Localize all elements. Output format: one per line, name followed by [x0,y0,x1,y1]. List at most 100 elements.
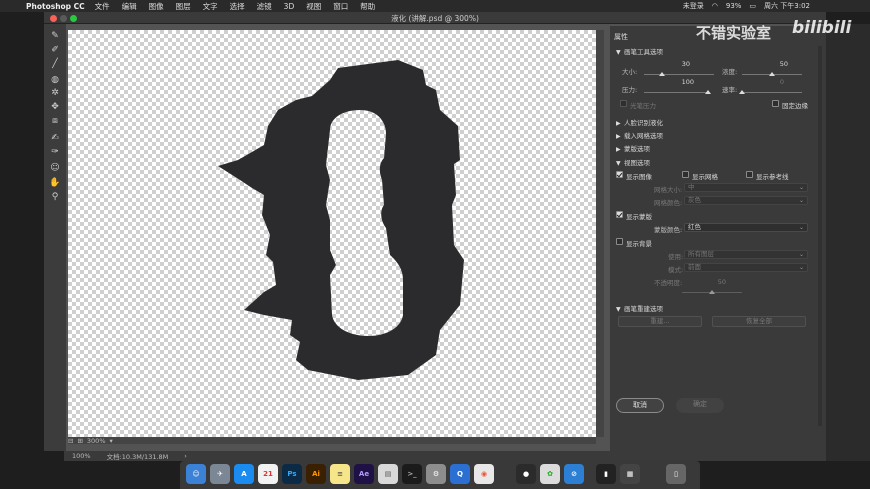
menu-type[interactable]: 文字 [203,1,218,12]
login-status[interactable]: 未登录 [683,1,704,11]
menu-view[interactable]: 视图 [306,1,321,12]
mac-dock: ☺ ✈ A 21 Ps Ai ≡ Ae ▤ >_ ⚙ Q ◉ ● ✿ ⊘ ▮ ▦… [180,461,700,489]
calendar-icon[interactable]: 21 [258,464,278,484]
appstore-icon[interactable]: A [234,464,254,484]
app-name-menu[interactable]: Photoshop CC [26,2,85,11]
pressure-label: 压力: [622,86,638,94]
finder-icon[interactable]: ☺ [186,464,206,484]
quicktime-icon[interactable]: Q [450,464,470,484]
menu-3d[interactable]: 3D [284,2,295,11]
show-mask-checkbox[interactable] [616,211,623,218]
wechat-icon[interactable]: ✿ [540,464,560,484]
load-mesh-section[interactable]: ▶ 载入网格选项 [616,130,663,140]
restore-all-button[interactable]: 恢复全部 [712,316,806,327]
system-prefs-icon[interactable]: ⚙ [426,464,446,484]
launchpad-icon[interactable]: ✈ [210,464,230,484]
menu-window[interactable]: 窗口 [333,1,348,12]
density-slider[interactable] [742,72,802,76]
size-slider-knob[interactable] [658,72,665,76]
zoom-out-icon[interactable]: ⊟ [68,437,73,445]
cancel-button[interactable]: 取消 [616,398,664,413]
pressure-slider-knob[interactable] [705,90,711,94]
opacity-slider-knob[interactable] [709,290,715,294]
opacity-slider[interactable] [682,290,742,294]
document-zoom[interactable]: 100% [72,452,91,460]
mesh-size-label: 网格大小: [654,186,683,194]
density-value[interactable]: 50 [758,60,788,68]
screenshot-icon[interactable]: ▮ [596,464,616,484]
density-slider-knob[interactable] [769,72,775,76]
brush-tool-options-section[interactable]: ▼ 画笔工具选项 [616,46,663,56]
canvas-vertical-scrollbar[interactable] [596,30,604,437]
face-tool-icon[interactable]: ☺ [48,162,62,174]
pin-edges-checkbox[interactable] [772,100,779,107]
opacity-value[interactable]: 50 [696,278,726,286]
menu-edit[interactable]: 编辑 [122,1,137,12]
ok-button[interactable]: 确定 [676,398,724,413]
menu-layer[interactable]: 图层 [176,1,191,12]
chevron-down-icon[interactable]: ▾ [110,437,113,445]
aftereffects-icon[interactable]: Ae [354,464,374,484]
terminal-icon[interactable]: >_ [402,464,422,484]
brush-reconstruct-section[interactable]: ▼ 画笔重建选项 [616,303,663,313]
stylus-pressure-checkbox[interactable] [620,100,627,107]
clock[interactable]: 周六 下午3:02 [764,1,810,11]
wifi-icon[interactable]: ◠ [712,2,718,10]
show-mesh-checkbox[interactable] [682,171,689,178]
trash-icon[interactable]: ▯ [666,464,686,484]
show-guides-checkbox[interactable] [746,171,753,178]
photoshop-icon[interactable]: Ps [282,464,302,484]
smooth-icon[interactable]: ╱ [48,58,62,70]
pressure-slider[interactable] [644,90,711,94]
show-image-checkbox[interactable] [616,171,623,178]
illustrator-icon[interactable]: Ai [306,464,326,484]
zoom-icon[interactable]: ⚲ [48,191,62,203]
document-info: 文档:10.3M/131.8M [106,453,169,461]
face-aware-section[interactable]: ▶ 人脸识别液化 [616,117,663,127]
menu-help[interactable]: 帮助 [360,1,375,12]
canvas-zoom-value[interactable]: 300% [87,437,106,445]
mode-dropdown[interactable]: 前面 ⌄ [684,263,808,272]
rate-value[interactable]: 0 [754,78,784,86]
size-value[interactable]: 30 [660,60,690,68]
mask-options-section[interactable]: ▶ 蒙版选项 [616,143,650,153]
mesh-size-dropdown[interactable]: 中 ⌄ [684,183,808,192]
bloat-icon[interactable]: ✥ [48,101,62,113]
safari-icon[interactable]: ⊘ [564,464,584,484]
battery-percent[interactable]: 93% [726,2,742,10]
mesh-color-dropdown[interactable]: 灰色 ⌄ [684,196,808,205]
rate-slider-knob[interactable] [739,90,745,94]
twirl-icon[interactable]: ◍ [48,74,62,86]
hand-icon[interactable]: ✋ [48,177,62,189]
menu-image[interactable]: 图像 [149,1,164,12]
preview-canvas[interactable] [68,30,596,437]
chrome-icon[interactable]: ◉ [474,464,494,484]
use-dropdown[interactable]: 所有图层 ⌄ [684,250,808,259]
rate-slider[interactable] [739,90,802,94]
pucker-icon[interactable]: ✲ [48,87,62,99]
chevron-right-icon[interactable]: › [184,452,187,460]
notes-icon[interactable]: ≡ [330,464,350,484]
reconstruct-button[interactable]: 重建... [618,316,702,327]
pin-edges-label: 固定边缘 [782,102,808,110]
show-backdrop-checkbox[interactable] [616,238,623,245]
zoom-in-icon[interactable]: ⊞ [77,437,82,445]
view-options-section[interactable]: ▼ 视图选项 [616,157,650,167]
liquify-toolbox: ✎ ✐ ╱ ◍ ✲ ✥ ⧈ ✍ ✑ ☺ ✋ ⚲ [44,24,66,451]
pressure-value[interactable]: 100 [664,78,694,86]
thaw-mask-icon[interactable]: ✑ [48,146,62,158]
push-left-icon[interactable]: ⧈ [48,115,62,127]
menubar-status-area: 未登录 ◠ 93% ▭ 周六 下午3:02 [683,0,810,12]
qq-icon[interactable]: ● [516,464,536,484]
menu-file[interactable]: 文件 [95,1,110,12]
preview-icon[interactable]: ▤ [378,464,398,484]
menu-filter[interactable]: 滤镜 [257,1,272,12]
mask-color-dropdown[interactable]: 红色 ⌄ [684,223,808,232]
panel-scrollbar[interactable] [818,46,822,426]
forward-warp-icon[interactable]: ✎ [48,30,62,42]
freeze-mask-icon[interactable]: ✍ [48,132,62,144]
menu-select[interactable]: 选择 [230,1,245,12]
reconstruct-icon[interactable]: ✐ [48,44,62,56]
size-slider[interactable] [644,72,714,76]
activity-icon[interactable]: ▦ [620,464,640,484]
